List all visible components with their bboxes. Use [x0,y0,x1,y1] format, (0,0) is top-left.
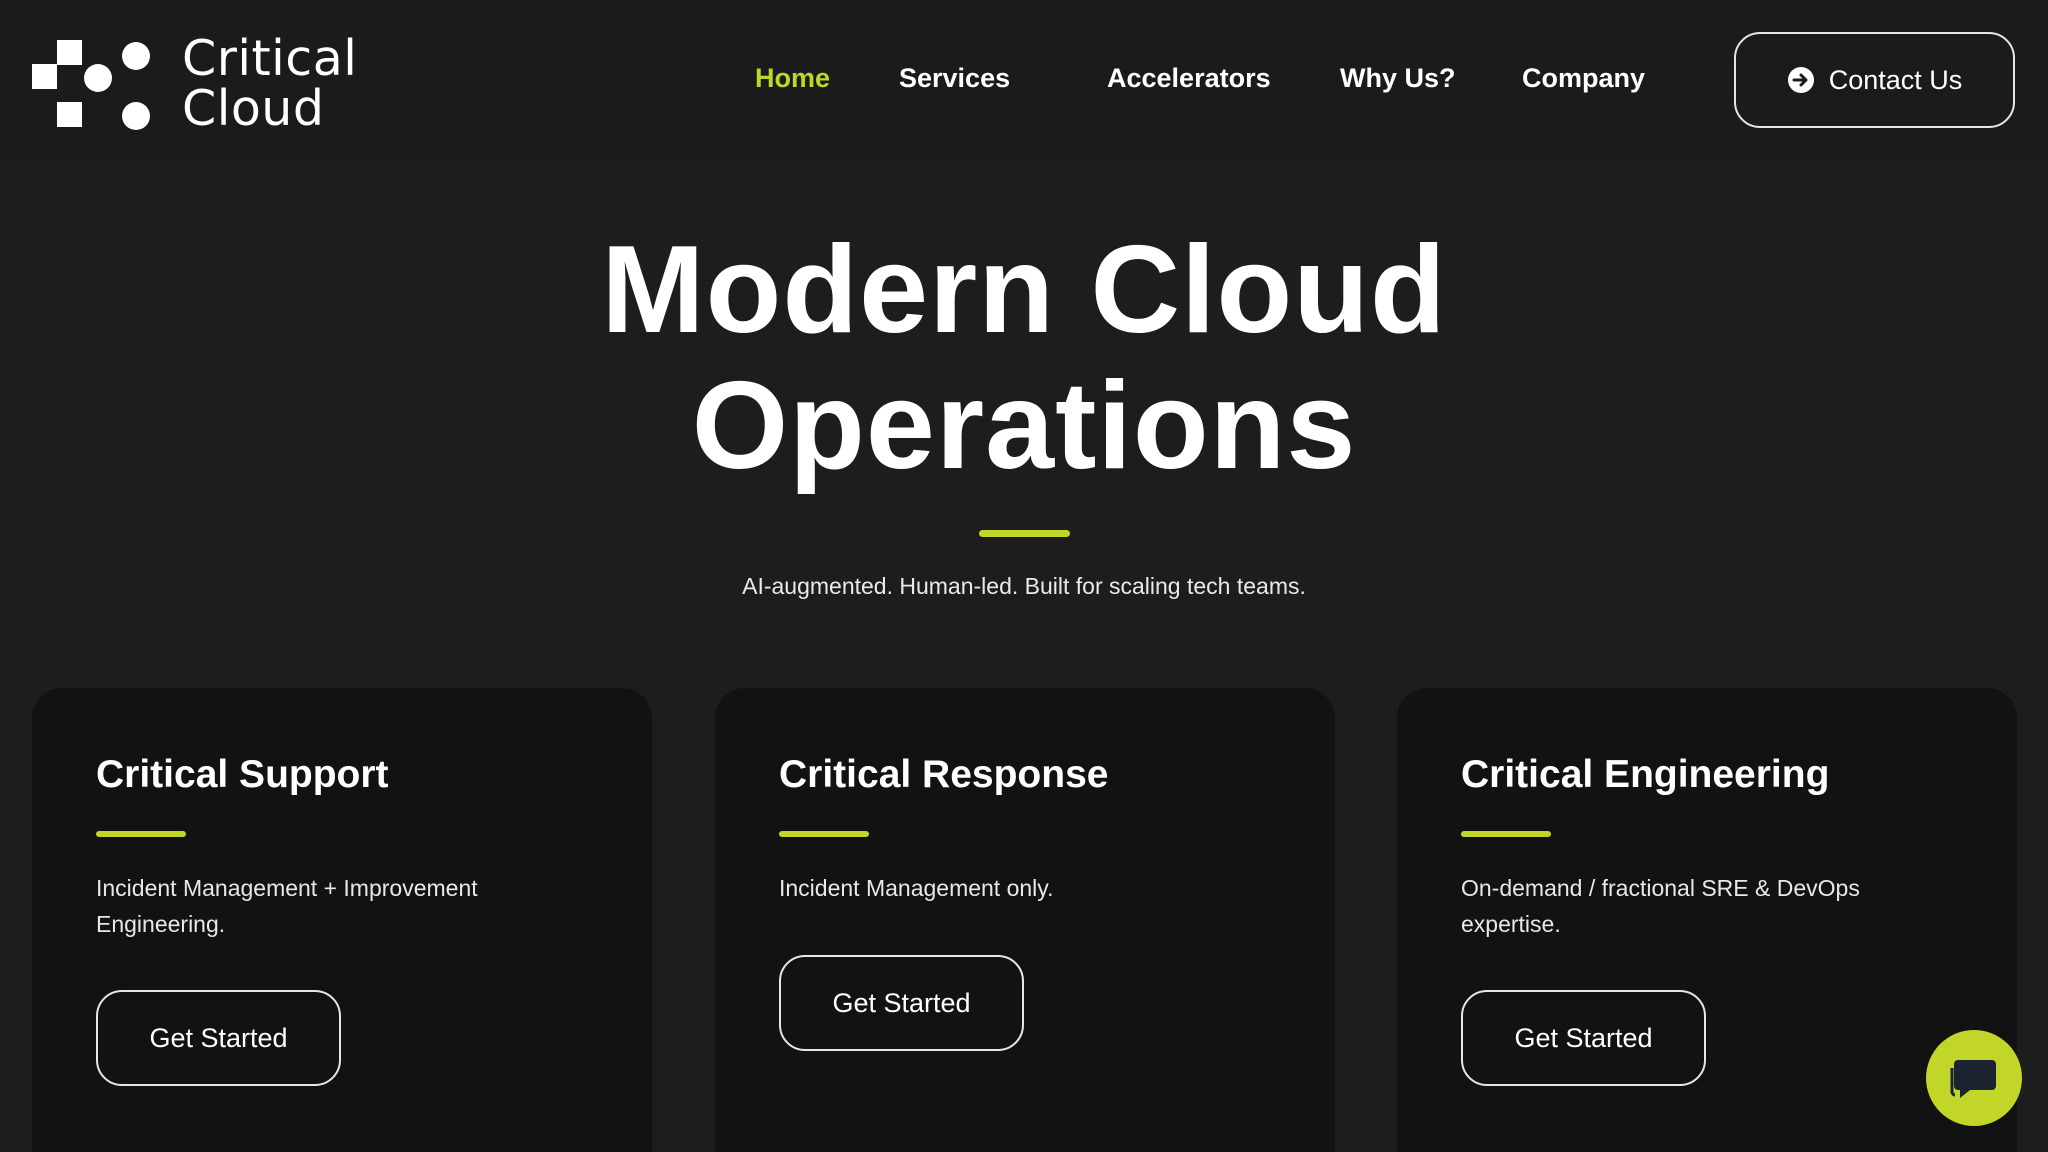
card-title: Critical Support [96,753,389,796]
service-card-critical-response: Critical Response Incident Management on… [715,688,1335,1152]
card-title: Critical Response [779,753,1109,796]
hero-title-line2: Operations [691,357,1357,495]
get-started-button[interactable]: Get Started [96,990,341,1086]
nav-item-why-us[interactable]: Why Us? [1340,58,1456,98]
contact-us-button[interactable]: Contact Us [1734,32,2015,128]
nav-item-services[interactable]: Services [899,58,1010,98]
hero-accent-divider [979,530,1070,537]
card-description: On-demand / fractional SRE & DevOps expe… [1461,875,1860,937]
contact-us-label: Contact Us [1828,64,1963,95]
card-title: Critical Engineering [1461,753,1830,796]
arrow-circle-right-icon [1787,67,1814,93]
nav-item-home[interactable]: Home [755,58,830,98]
chat-launcher-button[interactable] [1926,1030,2022,1126]
card-accent-divider [96,831,186,837]
service-card-critical-engineering: Critical Engineering On-demand / fractio… [1397,688,2017,1152]
chat-bubble-icon [1950,1060,1996,1098]
hero-subtitle: AI-augmented. Human-led. Built for scali… [742,573,1306,599]
card-description: Incident Management + Improvement Engine… [96,875,478,937]
site-header: Critical Cloud Home Services Accelerator… [0,0,2048,160]
service-card-critical-support: Critical Support Incident Management + I… [32,688,652,1152]
nav-item-accelerators[interactable]: Accelerators [1107,58,1271,98]
hero-title-line1: Modern Cloud [601,221,1447,359]
get-started-button[interactable]: Get Started [1461,990,1706,1086]
nav-item-company[interactable]: Company [1522,58,1645,98]
card-description: Incident Management only. [779,875,1054,901]
card-accent-divider [779,831,869,837]
hero-title: Modern Cloud Operations [0,222,2048,494]
get-started-button[interactable]: Get Started [779,955,1024,1051]
card-accent-divider [1461,831,1551,837]
